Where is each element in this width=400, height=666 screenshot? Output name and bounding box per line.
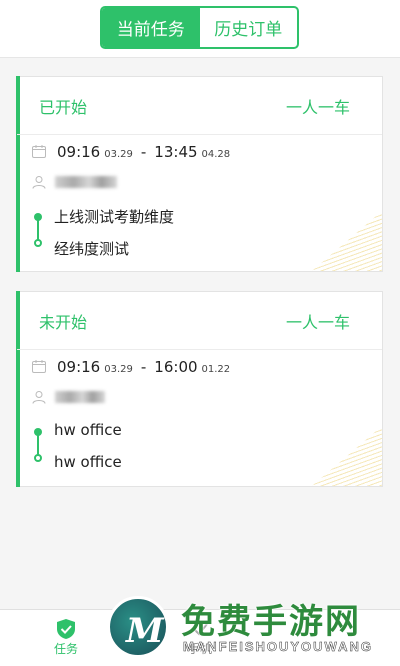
- check-icon: [193, 623, 208, 636]
- task-status: 未开始: [39, 312, 88, 332]
- card-decoration: [312, 426, 382, 486]
- nav-tasks[interactable]: 任务: [54, 618, 78, 657]
- driver-name-redacted: [55, 391, 105, 403]
- nav-tasks-label: 任务: [54, 642, 79, 656]
- route-destination: hw office: [54, 453, 122, 471]
- tab-current-tasks[interactable]: 当前任务: [102, 8, 200, 47]
- route-origin: hw office: [54, 421, 122, 439]
- driver-name-redacted: [55, 176, 117, 188]
- time-separator: -: [140, 358, 147, 376]
- route-origin: 上线测试考勤维度: [54, 208, 175, 226]
- route-end-dot: [34, 239, 42, 247]
- card-header: 已开始 一人一车: [17, 77, 382, 135]
- nav-other[interactable]: 手机: [188, 618, 212, 657]
- time-separator: -: [140, 143, 147, 161]
- tab-history-orders[interactable]: 历史订单: [200, 8, 298, 47]
- bottom-nav: 任务 手机: [0, 609, 400, 666]
- time-range: 09:16 03.29 - 13:45 04.28: [57, 143, 238, 161]
- calendar-icon: [32, 145, 46, 158]
- calendar-icon: [32, 360, 46, 373]
- person-icon: [32, 391, 46, 404]
- task-card[interactable]: 已开始 一人一车 09:16 03.29 - 13:45 04.28 上线测试考…: [16, 76, 383, 272]
- end-time: 13:45: [154, 143, 198, 161]
- route-start-dot: [34, 428, 42, 436]
- time-range: 09:16 03.29 - 16:00 01.22: [57, 358, 238, 376]
- start-time: 09:16: [57, 358, 101, 376]
- card-header: 未开始 一人一车: [17, 292, 382, 350]
- route-destination: 经纬度测试: [54, 240, 130, 258]
- end-date: 04.28: [201, 149, 231, 160]
- start-date: 03.29: [104, 364, 133, 375]
- card-decoration: [312, 211, 382, 271]
- start-date: 03.29: [104, 149, 133, 160]
- route-end-dot: [34, 454, 42, 462]
- task-status: 已开始: [39, 97, 88, 117]
- task-type: 一人一车: [285, 97, 350, 117]
- nav-other-label: 手机: [188, 642, 213, 656]
- task-card[interactable]: 未开始 一人一车 09:16 03.29 - 16:00 01.22 hw of…: [16, 291, 383, 487]
- start-time: 09:16: [57, 143, 101, 161]
- route-start-dot: [34, 213, 42, 221]
- end-time: 16:00: [154, 358, 198, 376]
- task-segmented-control: 当前任务 历史订单: [100, 6, 299, 49]
- header: 当前任务 历史订单: [0, 0, 400, 58]
- person-icon: [32, 176, 46, 189]
- end-date: 01.22: [201, 364, 231, 375]
- shield-check-icon: [57, 619, 75, 639]
- task-type: 一人一车: [285, 312, 350, 332]
